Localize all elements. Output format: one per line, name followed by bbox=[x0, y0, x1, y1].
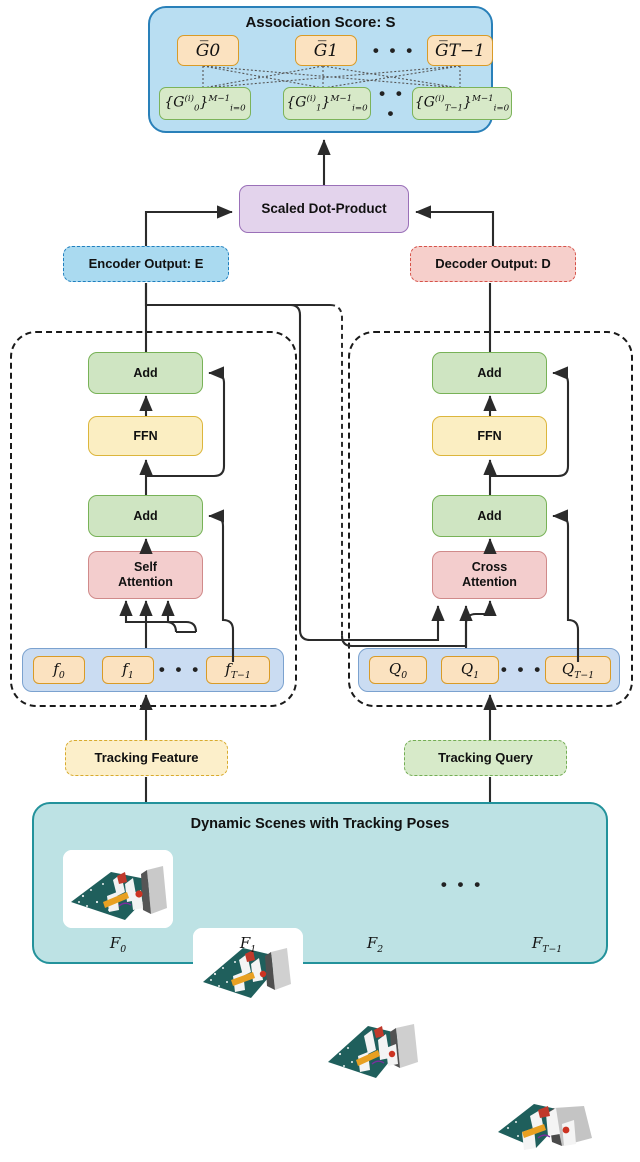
encoder-add-bottom-label: Add bbox=[133, 508, 158, 523]
decoder-token-label-1: Q1 bbox=[460, 659, 480, 681]
decoder-token-last: QT−1 bbox=[545, 656, 611, 684]
gset-label-0: {G(i)0}M−1i=0 bbox=[164, 93, 246, 114]
frame-label-0: F0 bbox=[109, 933, 127, 955]
gset-box-0: {G(i)0}M−1i=0 bbox=[159, 87, 251, 120]
association-score-title: Association Score: S bbox=[245, 13, 396, 31]
arrow-decoder-output-to-sdp bbox=[415, 205, 495, 246]
decoder-token-label-last: QT−1 bbox=[561, 659, 595, 681]
encoder-token-label-last: fT−1 bbox=[225, 659, 251, 681]
encoder-token-1: f1 bbox=[102, 656, 154, 684]
encoder-attention-label-2: Attention bbox=[118, 575, 173, 589]
tracking-feature-label: Tracking Feature bbox=[94, 750, 199, 766]
decoder-attention-label-2: Attention bbox=[462, 575, 517, 589]
encoder-token-ellipsis: • • • bbox=[158, 660, 202, 679]
ghat-ellipsis: • • • bbox=[372, 40, 416, 60]
gset-box-1: {G(i)1}M−1i=0 bbox=[283, 87, 371, 120]
ghat-box-0: G̅0 bbox=[177, 35, 239, 66]
dashed-guide-line bbox=[329, 304, 343, 636]
gset-label-1: {G(i)1}M−1i=0 bbox=[286, 93, 368, 114]
decoder-ffn-label: FFN bbox=[477, 428, 502, 443]
decoder-add-top-label: Add bbox=[477, 365, 502, 380]
scene-thumbnail-0 bbox=[63, 850, 173, 928]
decoder-add-bottom-label: Add bbox=[477, 508, 502, 523]
decoder-token-label-0: Q0 bbox=[388, 659, 408, 681]
encoder-add-top: Add bbox=[88, 352, 203, 394]
encoder-token-label-0: f0 bbox=[53, 659, 65, 681]
gset-box-last: {G(i)T−1}M−1i=0 bbox=[412, 87, 512, 120]
decoder-add-top: Add bbox=[432, 352, 547, 394]
scene-render-2 bbox=[320, 1006, 430, 1084]
frame-label-1: F1 bbox=[239, 933, 257, 955]
decoder-token-0: Q0 bbox=[369, 656, 427, 684]
encoder-token-0: f0 bbox=[33, 656, 85, 684]
decoder-token-ellipsis: • • • bbox=[500, 660, 544, 679]
encoder-attention-label-1: Self bbox=[134, 560, 157, 575]
encoder-output-label: Encoder Output: E bbox=[88, 256, 204, 272]
scaled-dot-product-node: Scaled Dot-Product bbox=[239, 185, 409, 233]
encoder-ffn: FFN bbox=[88, 416, 203, 456]
ghat-label-1: G̅1 bbox=[313, 40, 339, 61]
tracking-query-node: Tracking Query bbox=[404, 740, 567, 776]
encoder-ffn-label: FFN bbox=[133, 428, 158, 443]
scene-render-0 bbox=[63, 850, 173, 928]
decoder-add-bottom: Add bbox=[432, 495, 547, 537]
frame-label-2: F2 bbox=[366, 933, 384, 955]
arrow-encoder-output-to-sdp bbox=[144, 205, 233, 246]
encoder-token-label-1: f1 bbox=[122, 659, 134, 681]
ghat-box-1: G̅1 bbox=[295, 35, 357, 66]
gset-ellipsis: • • • bbox=[379, 83, 405, 123]
encoder-add-bottom: Add bbox=[88, 495, 203, 537]
scene-thumbnail-last bbox=[492, 1084, 602, 1162]
scene-thumbnail-2 bbox=[320, 1006, 430, 1084]
decoder-token-1: Q1 bbox=[441, 656, 499, 684]
decoder-ffn: FFN bbox=[432, 416, 547, 456]
tracking-feature-node: Tracking Feature bbox=[65, 740, 228, 776]
ghat-label-last: G̅T−1 bbox=[435, 40, 485, 61]
dynamic-scenes-title: Dynamic Scenes with Tracking Poses bbox=[190, 816, 450, 832]
encoder-output-node: Encoder Output: E bbox=[63, 246, 229, 282]
frame-label-last: FT−1 bbox=[531, 933, 563, 955]
decoder-cross-attention: Cross Attention bbox=[432, 551, 547, 599]
gset-label-last: {G(i)T−1}M−1i=0 bbox=[414, 93, 510, 114]
encoder-self-attention: Self Attention bbox=[88, 551, 203, 599]
scene-render-last bbox=[492, 1084, 602, 1162]
diagram-canvas: Association Score: S G̅0 G̅1 • • • G̅T−1… bbox=[0, 0, 640, 1162]
scene-ellipsis: • • • bbox=[440, 875, 484, 894]
decoder-output-label: Decoder Output: D bbox=[435, 256, 551, 272]
encoder-add-top-label: Add bbox=[133, 365, 158, 380]
scaled-dot-product-label: Scaled Dot-Product bbox=[261, 201, 387, 217]
tracking-query-label: Tracking Query bbox=[438, 750, 533, 766]
decoder-output-node: Decoder Output: D bbox=[410, 246, 576, 282]
decoder-attention-label-1: Cross bbox=[471, 560, 508, 575]
ghat-label-0: G̅0 bbox=[195, 40, 221, 61]
ghat-box-last: G̅T−1 bbox=[427, 35, 493, 66]
encoder-token-last: fT−1 bbox=[206, 656, 270, 684]
